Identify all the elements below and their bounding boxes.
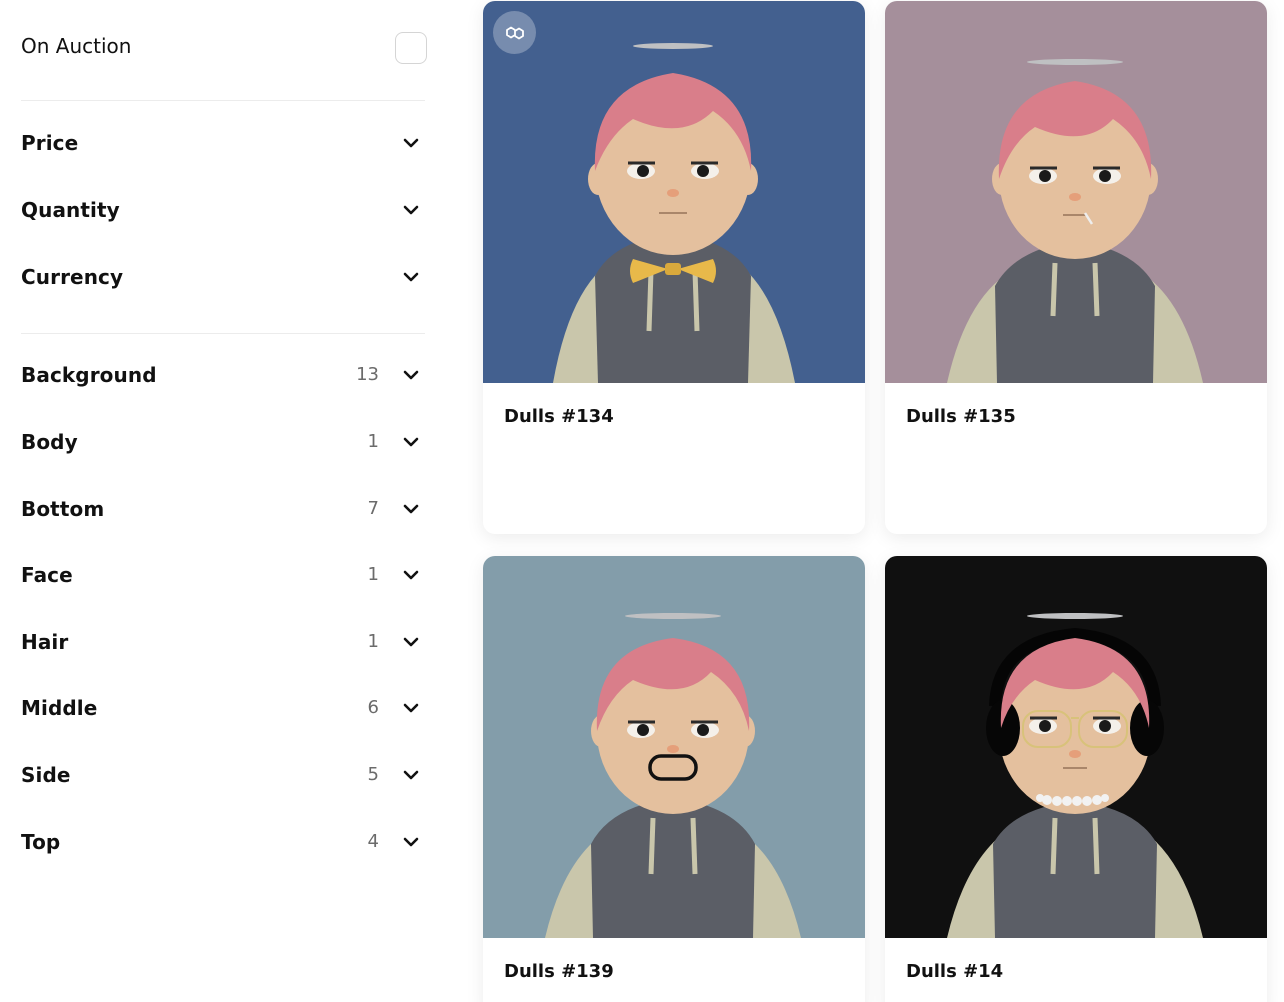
trait-filter-top[interactable]: Top 4 [21, 824, 427, 860]
nft-title[interactable]: Dulls #134 [504, 406, 614, 427]
nft-card[interactable]: Dulls #135 [885, 1, 1267, 534]
chevron-down-icon [401, 632, 421, 652]
chevron-down-icon [401, 267, 421, 287]
trait-count: 1 [367, 631, 379, 652]
filter-label: Quantity [21, 198, 120, 222]
nft-image[interactable] [483, 556, 865, 938]
nft-card[interactable]: Dulls #139 [483, 556, 865, 1002]
nft-image[interactable] [885, 1, 1267, 383]
filter-label: Side [21, 763, 71, 787]
nft-card[interactable]: Dulls #14 [885, 556, 1267, 1002]
trait-count: 1 [367, 564, 379, 585]
chevron-down-icon [401, 200, 421, 220]
character-artwork [885, 556, 1267, 938]
trait-count: 1 [367, 431, 379, 452]
divider [21, 333, 425, 334]
divider [21, 100, 425, 101]
trait-filter-background[interactable]: Background 13 [21, 357, 427, 393]
chevron-down-icon [401, 365, 421, 385]
chevron-down-icon [401, 765, 421, 785]
trait-count: 6 [367, 697, 379, 718]
on-auction-label: On Auction [21, 34, 132, 58]
filter-label: Hair [21, 630, 69, 654]
chevron-down-icon [401, 133, 421, 153]
character-artwork [483, 1, 865, 383]
nft-title[interactable]: Dulls #14 [906, 961, 1003, 982]
on-auction-checkbox[interactable] [395, 32, 427, 64]
polygon-icon [505, 26, 524, 39]
filter-label: Price [21, 131, 79, 155]
nft-title[interactable]: Dulls #139 [504, 961, 614, 982]
filter-label: Middle [21, 696, 98, 720]
trait-filter-middle[interactable]: Middle 6 [21, 690, 427, 726]
nft-image[interactable] [483, 1, 865, 383]
trait-filter-body[interactable]: Body 1 [21, 424, 427, 460]
trait-filter-side[interactable]: Side 5 [21, 757, 427, 793]
chevron-down-icon [401, 499, 421, 519]
filter-label: Currency [21, 265, 124, 289]
nft-image[interactable] [885, 556, 1267, 938]
nft-title[interactable]: Dulls #135 [906, 406, 1016, 427]
filter-label: Top [21, 830, 61, 854]
trait-filter-bottom[interactable]: Bottom 7 [21, 491, 427, 527]
trait-filter-face[interactable]: Face 1 [21, 557, 427, 593]
filter-price[interactable]: Price [21, 125, 427, 161]
trait-count: 5 [367, 764, 379, 785]
character-artwork [483, 556, 865, 938]
chevron-down-icon [401, 432, 421, 452]
filter-sidebar: On Auction Price Quantity Currency Backg… [0, 0, 448, 1002]
trait-filter-hair[interactable]: Hair 1 [21, 624, 427, 660]
chevron-down-icon [401, 565, 421, 585]
filter-label: Body [21, 430, 78, 454]
on-auction-toggle-row[interactable]: On Auction [21, 30, 427, 66]
chevron-down-icon [401, 832, 421, 852]
trait-count: 4 [367, 831, 379, 852]
filter-currency[interactable]: Currency [21, 259, 427, 295]
chain-badge [493, 11, 536, 54]
filter-label: Bottom [21, 497, 105, 521]
filter-label: Background [21, 363, 157, 387]
filter-quantity[interactable]: Quantity [21, 192, 427, 228]
trait-count: 7 [367, 498, 379, 519]
chevron-down-icon [401, 698, 421, 718]
character-artwork [885, 1, 1267, 383]
trait-count: 13 [356, 364, 379, 385]
filter-label: Face [21, 563, 73, 587]
nft-card[interactable]: Dulls #134 [483, 1, 865, 534]
